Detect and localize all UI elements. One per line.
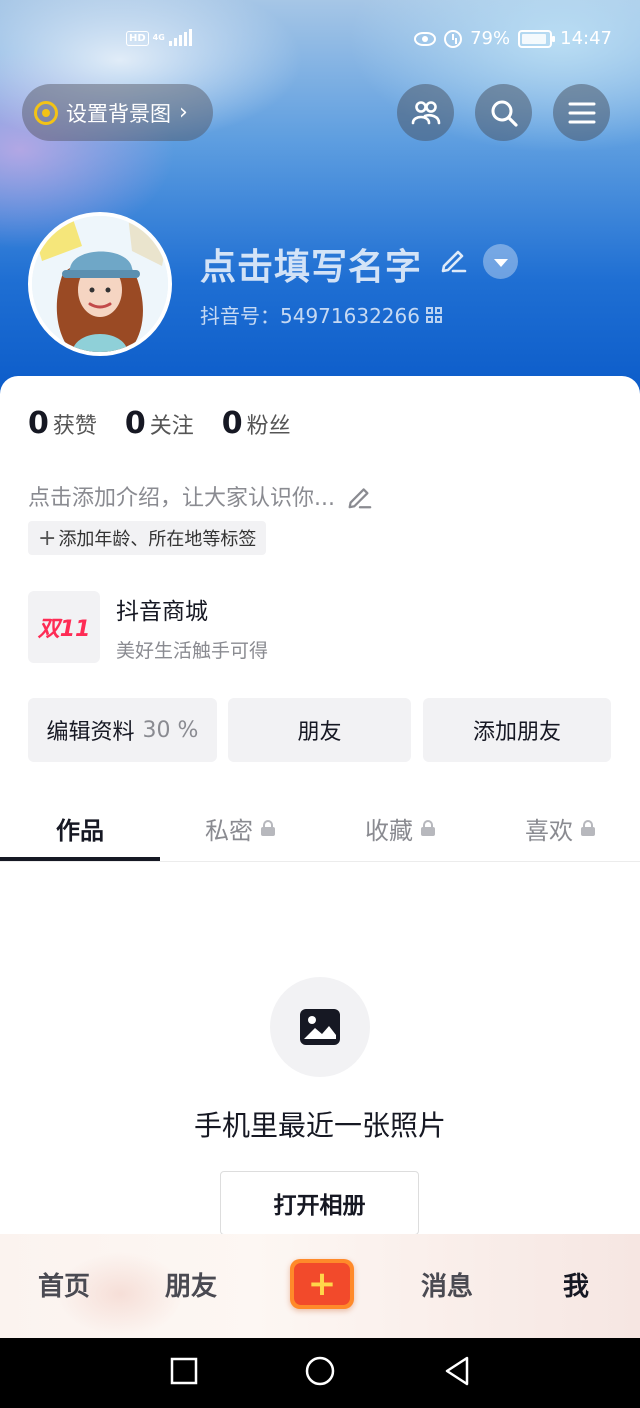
mall-title: 抖音商城 — [116, 598, 208, 625]
stat-value: 0 — [28, 406, 49, 441]
stats-row: 0 获赞 0 关注 0 粉丝 — [28, 406, 291, 441]
tab-label: 私密 — [205, 816, 253, 845]
friends-action-button[interactable]: 朋友 — [228, 698, 411, 762]
mall-logo: 双11 — [28, 591, 100, 663]
edit-name-button[interactable] — [438, 244, 468, 278]
profile-screen: HD 4G 79% 14:47 设置背景图 › 点击填写名字 抖音号：54971… — [0, 0, 640, 1408]
alarm-icon — [444, 29, 463, 48]
photo-placeholder — [270, 977, 370, 1077]
active-tab-indicator — [0, 857, 160, 861]
clock: 14:47 — [560, 28, 612, 49]
chevron-right-icon: › — [179, 100, 188, 125]
tab-label: 收藏 — [365, 816, 413, 845]
tab-label: 喜欢 — [525, 816, 573, 845]
tab-private[interactable]: 私密 — [160, 796, 320, 860]
add-friends-label: 添加朋友 — [472, 720, 561, 745]
avatar[interactable] — [28, 212, 172, 356]
douyin-mall-entry[interactable]: 双11 抖音商城 美好生活触手可得 — [28, 591, 268, 663]
recent-photo-title: 手机里最近一张照片 — [193, 1109, 446, 1142]
stat-value: 0 — [221, 406, 243, 441]
stat-value: 0 — [124, 406, 146, 441]
stat-label: 粉丝 — [246, 414, 291, 439]
back-triangle-icon[interactable] — [442, 1355, 472, 1387]
douyin-id-row[interactable]: 抖音号：54971632266 — [200, 300, 442, 329]
tab-works[interactable]: 作品 — [0, 796, 160, 860]
stat-label: 关注 — [149, 414, 194, 439]
tab-label: 作品 — [56, 816, 104, 845]
edit-profile-label: 编辑资料 — [46, 720, 135, 745]
open-album-button[interactable]: 打开相册 — [220, 1171, 419, 1235]
create-button[interactable]: + — [290, 1259, 354, 1309]
mall-subtitle: 美好生活触手可得 — [116, 639, 269, 662]
plus-icon: + — [307, 1264, 337, 1304]
avatar-image — [32, 216, 168, 352]
lock-icon — [261, 820, 275, 836]
search-button[interactable] — [475, 84, 532, 141]
tab-favorites[interactable]: 收藏 — [320, 796, 480, 860]
bio-placeholder[interactable]: 点击添加介绍，让大家认识你... — [28, 480, 373, 512]
nav-friends[interactable]: 朋友 — [165, 1266, 217, 1303]
menu-icon — [568, 102, 595, 123]
add-friends-button[interactable]: 添加朋友 — [423, 698, 611, 762]
account-switch-dropdown[interactable] — [483, 244, 518, 279]
nav-me[interactable]: 我 — [563, 1266, 589, 1303]
profile-name[interactable]: 点击填写名字 — [200, 238, 422, 290]
menu-button[interactable] — [553, 84, 610, 141]
battery-percent: 79% — [470, 28, 511, 49]
nav-messages[interactable]: 消息 — [421, 1266, 473, 1303]
square-icon[interactable] — [170, 1355, 198, 1387]
network-type: 4G — [152, 33, 165, 42]
profile-completion: 30 % — [142, 717, 199, 743]
target-icon — [34, 100, 58, 125]
add-tags-label: 添加年龄、所在地等标签 — [58, 529, 257, 550]
battery-icon — [518, 29, 556, 48]
douyin-id: 抖音号：54971632266 — [200, 304, 420, 328]
friends-button[interactable] — [397, 84, 454, 141]
stat-label: 获赞 — [52, 414, 97, 439]
plus-icon: + — [38, 525, 57, 551]
stat-following[interactable]: 0 关注 — [125, 406, 194, 441]
status-bar: HD 4G 79% 14:47 — [0, 24, 640, 58]
set-background-label: 设置背景图 — [66, 101, 171, 126]
edit-icon — [441, 250, 467, 273]
qr-icon — [425, 306, 442, 323]
stat-likes[interactable]: 0 获赞 — [28, 406, 97, 441]
hd-badge: HD — [126, 30, 149, 46]
photo-icon — [300, 1009, 340, 1045]
edit-profile-button[interactable]: 编辑资料 30 % — [28, 698, 217, 762]
add-tags-button[interactable]: + 添加年龄、所在地等标签 — [28, 521, 267, 555]
edit-icon — [348, 488, 372, 509]
set-background-button[interactable]: 设置背景图 › — [22, 84, 213, 141]
circle-icon[interactable] — [304, 1355, 336, 1387]
eye-comfort-icon — [414, 31, 437, 46]
lock-icon — [581, 820, 595, 836]
content-tabs: 作品 私密 收藏 喜欢 — [0, 796, 640, 862]
nav-home[interactable]: 首页 — [38, 1266, 90, 1303]
friends-icon — [411, 100, 440, 124]
signal-icon — [168, 29, 192, 46]
search-icon — [491, 100, 518, 127]
bio-text: 点击添加介绍，让大家认识你... — [28, 486, 335, 511]
tab-likes[interactable]: 喜欢 — [480, 796, 640, 860]
lock-icon — [421, 820, 435, 836]
friends-action-label: 朋友 — [297, 720, 342, 745]
stat-followers[interactable]: 0 粉丝 — [222, 406, 291, 441]
